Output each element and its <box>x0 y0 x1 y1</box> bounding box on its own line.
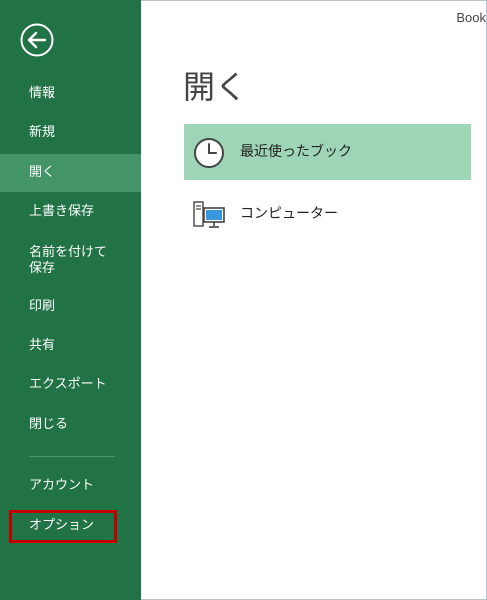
back-button[interactable] <box>19 22 55 58</box>
back-arrow-icon <box>20 23 54 57</box>
sidebar-item-new[interactable]: 新規 <box>0 114 141 152</box>
sidebar-item-print[interactable]: 印刷 <box>0 288 141 326</box>
sidebar-item-open[interactable]: 開く <box>0 154 141 192</box>
computer-icon <box>193 201 225 228</box>
sidebar-item-close[interactable]: 閉じる <box>0 406 141 444</box>
sidebar-item-info[interactable]: 情報 <box>0 75 141 113</box>
sidebar-item-save[interactable]: 上書き保存 <box>0 193 141 231</box>
main-panel: Book 開く 最近使ったブック コンピューター <box>141 0 487 600</box>
sidebar-item-save-as[interactable]: 名前を付けて 保存 <box>0 241 141 283</box>
location-computer[interactable]: コンピューター <box>184 186 471 242</box>
options-highlight-box <box>9 510 117 543</box>
location-label: コンピューター <box>240 206 338 222</box>
backstage-sidebar: 情報 新規 開く 上書き保存 名前を付けて 保存 印刷 共有 エクスポート 閉じ… <box>0 0 141 600</box>
location-label: 最近使ったブック <box>240 144 352 160</box>
clock-icon <box>194 138 224 168</box>
sidebar-item-export[interactable]: エクスポート <box>0 366 141 404</box>
window-title: Book <box>456 10 486 25</box>
sidebar-item-account[interactable]: アカウント <box>0 467 141 505</box>
sidebar-divider <box>29 456 115 457</box>
sidebar-item-share[interactable]: 共有 <box>0 327 141 365</box>
page-title: 開く <box>183 68 248 106</box>
location-recent-workbooks[interactable]: 最近使ったブック <box>184 124 471 180</box>
